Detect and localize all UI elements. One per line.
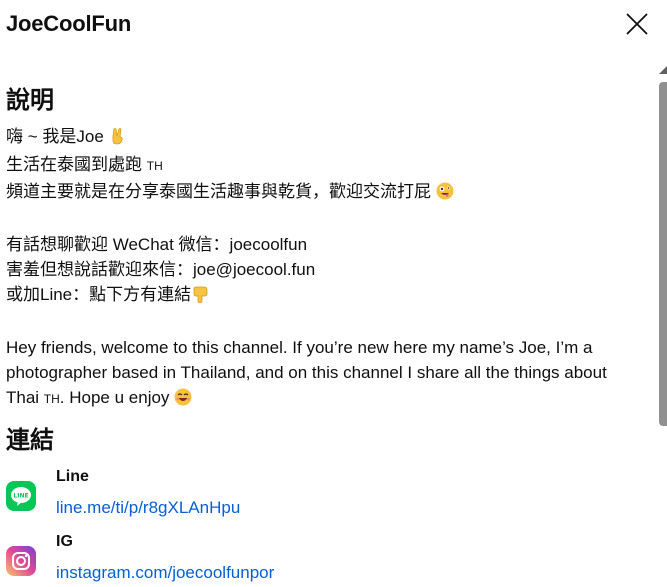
close-button[interactable] <box>623 10 651 38</box>
link-item-line: LINE Line line.me/ti/p/r8gXLAnHpu <box>6 468 626 528</box>
grinning-face-icon <box>174 388 192 413</box>
instagram-icon <box>6 546 36 576</box>
thailand-flag-text-2: TH <box>43 392 60 406</box>
scrollbar-thumb[interactable] <box>659 82 667 426</box>
link-url-line[interactable]: line.me/ti/p/r8gXLAnHpu <box>56 498 240 518</box>
link-item-ig: IG instagram.com/joecoolfunpor <box>6 533 626 587</box>
about-panel: JoeCoolFun 說明 嗨 ~ 我是Joe 生活在泰國到處跑 TH 頻道主要… <box>0 0 667 587</box>
links-title: 連結 <box>6 427 54 454</box>
scroll-up-arrow[interactable] <box>659 66 667 74</box>
description-title: 說明 <box>6 87 54 114</box>
link-name-line: Line <box>56 468 89 485</box>
desc-line-6: 或加Line：點下方有連結 <box>6 282 636 310</box>
thailand-flag-text: TH <box>146 159 163 173</box>
desc-line-1: 嗨 ~ 我是Joe <box>6 124 636 152</box>
panel-header: JoeCoolFun <box>6 8 131 40</box>
desc-line-2: 生活在泰國到處跑 TH <box>6 155 163 174</box>
line-icon: LINE <box>6 481 36 511</box>
desc-line-4: 有話想聊歡迎 WeChat 微信：joecoolfun <box>6 235 308 254</box>
desc-english-paragraph: Hey friends, welcome to this channel. If… <box>6 335 636 413</box>
zany-face-icon <box>436 182 454 207</box>
channel-name: JoeCoolFun <box>6 11 132 36</box>
victory-hand-icon <box>109 127 125 152</box>
close-icon <box>626 13 648 35</box>
svg-text:LINE: LINE <box>13 493 28 500</box>
description-text: 嗨 ~ 我是Joe 生活在泰國到處跑 TH 頻道主要就是在分享泰國生活趣事與乾貨… <box>6 124 636 413</box>
desc-line-5: 害羞但想說話歡迎來信：joe@joecool.fun <box>6 260 316 279</box>
link-name-ig: IG <box>56 533 73 550</box>
desc-line-3: 頻道主要就是在分享泰國生活趣事與乾貨，歡迎交流打屁 <box>6 179 636 207</box>
link-url-ig[interactable]: instagram.com/joecoolfunpor <box>56 563 274 583</box>
pointing-down-icon <box>191 285 209 310</box>
